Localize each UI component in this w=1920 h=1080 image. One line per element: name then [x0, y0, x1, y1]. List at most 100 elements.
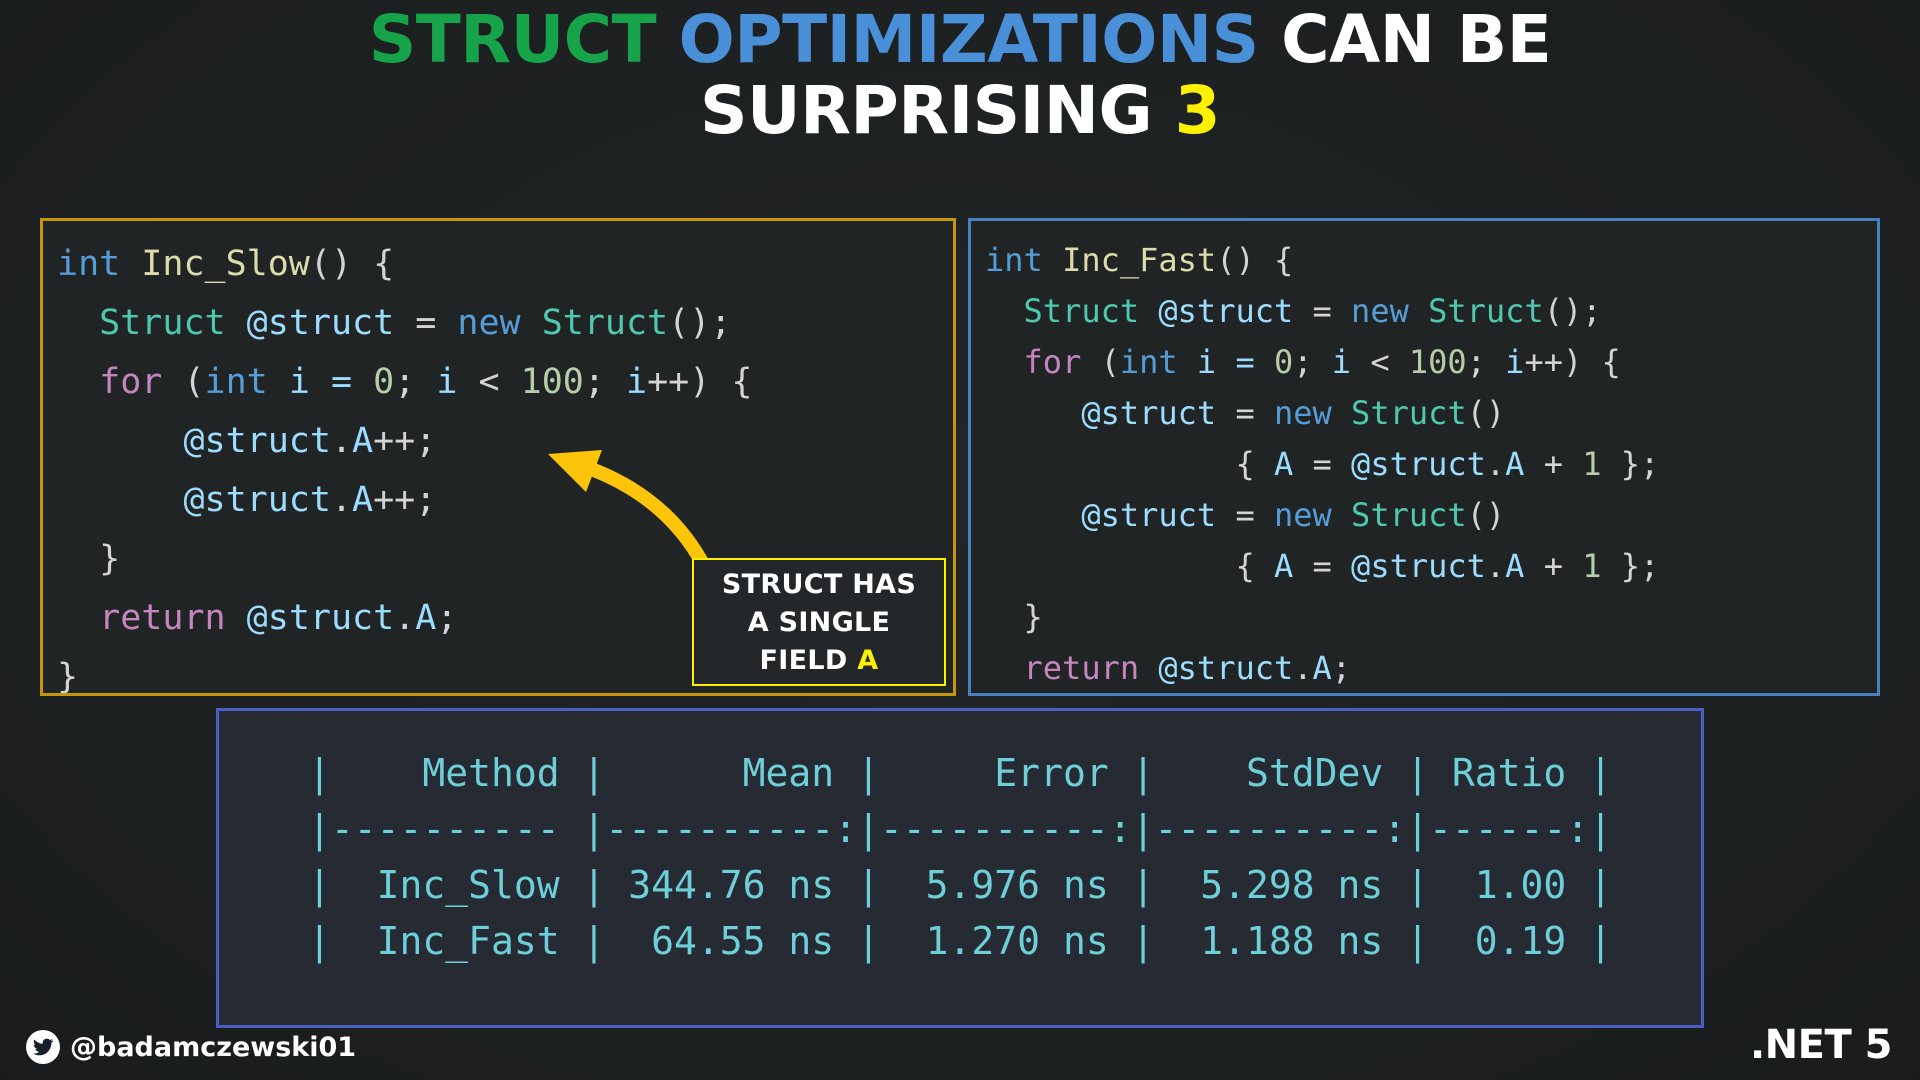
code-token: @struct	[246, 303, 395, 343]
code-token: ;	[583, 362, 627, 402]
code-token: };	[1601, 445, 1660, 483]
table-row: | Inc_Slow | 344.76 ns | 5.976 ns | 5.29…	[307, 863, 1613, 907]
code-token: ()	[1466, 394, 1506, 432]
code-token: ;	[1293, 343, 1332, 381]
code-token: A	[352, 421, 374, 461]
code-token: A	[415, 598, 437, 638]
code-block-inc-fast: int Inc_Fast() { Struct @struct = new St…	[968, 218, 1880, 696]
code-line: @struct.A++;	[57, 412, 953, 471]
table-row: | Method | Mean | Error | StdDev | Ratio…	[307, 751, 1613, 795]
dotnet-version-badge: .NET 5	[1749, 1022, 1893, 1068]
code-token: Inc_Slow	[141, 244, 310, 284]
code-token: Struct	[1023, 292, 1140, 330]
benchmark-results-table: | Method | Mean | Error | StdDev | Ratio…	[216, 708, 1704, 1028]
code-token: ;	[1331, 649, 1352, 687]
code-line: for (int i = 0; i < 100; i++) {	[57, 353, 953, 412]
code-token: i =	[267, 362, 374, 402]
callout-struct-has-single-field: STRUCT HAS A SINGLE FIELD A	[692, 558, 946, 686]
code-token: ();	[668, 303, 732, 343]
code-token: 100	[1408, 343, 1467, 381]
code-line: for (int i = 0; i < 100; i++) {	[985, 337, 1877, 388]
code-token: @struct	[183, 480, 331, 520]
callout-line-2: A SINGLE	[747, 607, 891, 638]
title-number: 3	[1174, 72, 1221, 150]
code-token: }	[57, 539, 121, 579]
code-token: @struct	[1081, 496, 1217, 534]
code-token: {	[985, 547, 1274, 585]
callout-line-1: STRUCT HAS	[721, 569, 917, 600]
page-title: STRUCT OPTIMIZATIONS CAN BE SURPRISING 3	[0, 4, 1920, 147]
code-token: int	[204, 362, 268, 402]
code-token: for	[1023, 343, 1082, 381]
code-token: +	[1524, 547, 1583, 585]
twitter-handle-text: @badamczewski01	[70, 1031, 357, 1063]
code-token: A	[1505, 547, 1525, 585]
code-token: A	[352, 480, 374, 520]
code-line: }	[985, 592, 1877, 643]
code-token: .	[394, 598, 416, 638]
code-token: A	[1273, 445, 1294, 483]
code-token: =	[1216, 496, 1274, 534]
code-line: return @struct.A;	[985, 643, 1877, 693]
code-token: return	[1023, 649, 1140, 687]
code-token: i =	[1177, 343, 1274, 381]
code-token: <	[457, 362, 521, 402]
code-token: @struct	[1158, 649, 1294, 687]
code-line: { A = @struct.A + 1 };	[985, 541, 1877, 592]
code-token: 1	[1582, 445, 1602, 483]
twitter-icon	[26, 1030, 60, 1064]
code-line: @struct = new Struct()	[985, 490, 1877, 541]
code-token: ++) {	[647, 362, 753, 402]
code-token: @struct	[1351, 547, 1486, 585]
code-token: .	[330, 421, 353, 461]
code-token: Struct	[541, 303, 669, 343]
code-token: @struct	[183, 421, 331, 461]
code-token: return	[99, 598, 226, 638]
code-token: ;	[436, 598, 458, 638]
code-line: @struct = new Struct()	[985, 388, 1877, 439]
code-token: <	[1351, 343, 1409, 381]
code-token: new	[1273, 496, 1332, 534]
code-token: new	[1273, 394, 1332, 432]
code-token: ++;	[373, 421, 437, 461]
code-token: Struct	[99, 303, 226, 343]
code-token: =	[1293, 292, 1352, 330]
code-token: =	[394, 303, 458, 343]
code-token: Struct	[1351, 496, 1467, 534]
table-row: | Inc_Fast | 64.55 ns | 1.270 ns | 1.188…	[307, 919, 1613, 963]
title-word-optimizations: OPTIMIZATIONS	[678, 1, 1260, 78]
code-token: .	[1485, 547, 1506, 585]
code-token: =	[1293, 547, 1352, 585]
title-word-struct: STRUCT	[368, 1, 657, 78]
code-token: ();	[1543, 292, 1602, 330]
code-token: i	[436, 362, 458, 402]
code-token: @struct	[1351, 445, 1486, 483]
code-line: { A = @struct.A + 1 };	[985, 439, 1877, 490]
code-token: i	[1331, 343, 1352, 381]
code-token: int	[1119, 343, 1178, 381]
code-token: }	[57, 657, 79, 696]
code-token: };	[1601, 547, 1660, 585]
code-token: int	[57, 244, 121, 284]
callout-line-3-prefix: FIELD	[759, 645, 858, 676]
code-token: .	[1485, 445, 1506, 483]
code-token: i	[626, 362, 648, 402]
code-token: A	[1273, 547, 1294, 585]
code-token: Struct	[1428, 292, 1544, 330]
code-token: i	[1505, 343, 1525, 381]
code-token: @struct	[1158, 292, 1294, 330]
code-token: (	[162, 362, 205, 402]
